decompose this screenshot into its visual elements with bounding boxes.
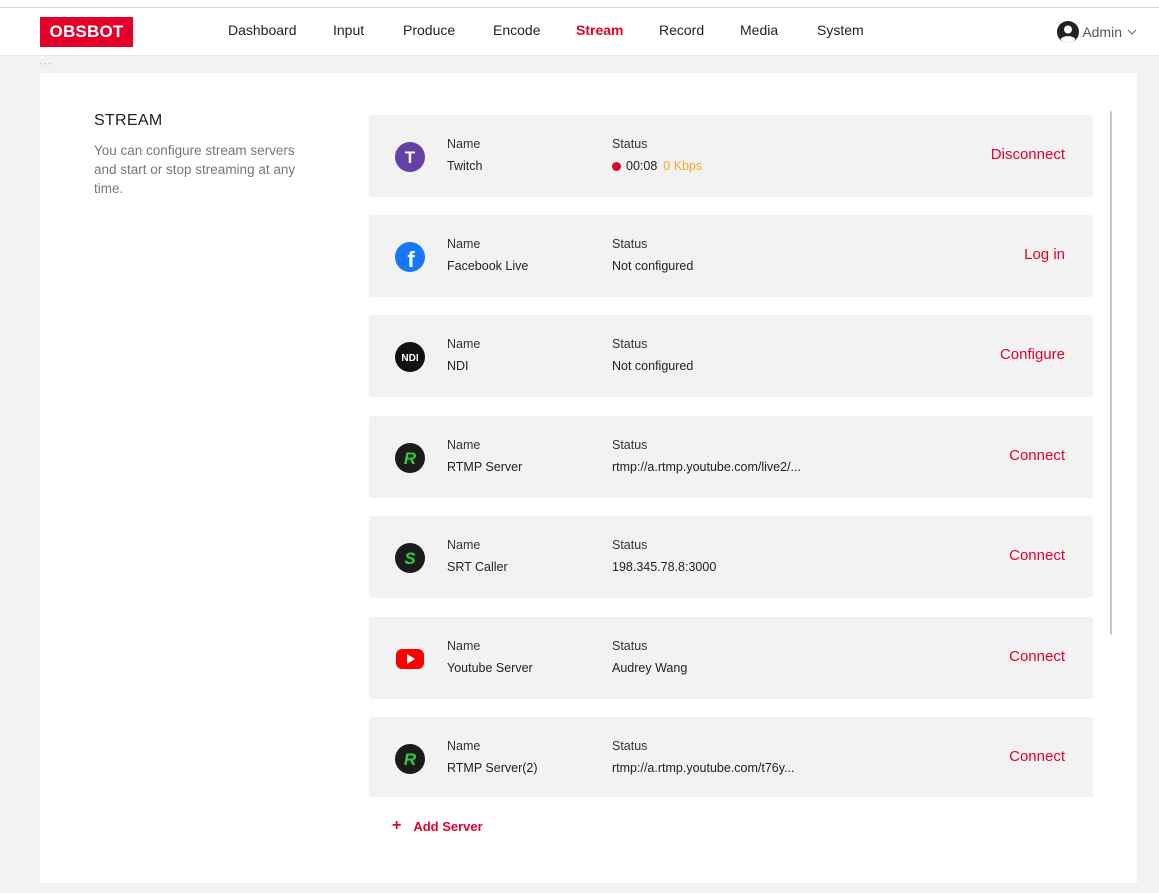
- status-label: Status: [612, 337, 648, 351]
- server-status: Audrey Wang: [612, 661, 688, 675]
- server-card-rtmp: R Name RTMP Server Status rtmp://a.rtmp.…: [369, 416, 1093, 498]
- nav-dashboard[interactable]: Dashboard: [228, 22, 297, 38]
- server-status: Not configured: [612, 259, 694, 273]
- nav-produce[interactable]: Produce: [403, 22, 455, 38]
- server-card-twitch: T Name Twitch Status 00:08 0 Kbps Discon…: [369, 115, 1093, 197]
- server-name: RTMP Server(2): [447, 761, 538, 775]
- nav-record[interactable]: Record: [659, 22, 704, 38]
- youtube-icon: [395, 644, 425, 674]
- chevron-down-icon: [1127, 29, 1137, 35]
- log-in-button[interactable]: Log in: [1024, 246, 1065, 263]
- server-card-facebook: f Name Facebook Live Status Not configur…: [369, 215, 1093, 297]
- svg-text:R: R: [404, 449, 417, 468]
- name-label: Name: [447, 538, 481, 552]
- server-status: 00:08 0 Kbps: [612, 159, 702, 173]
- name-label: Name: [447, 337, 481, 351]
- status-label: Status: [612, 639, 648, 653]
- srt-icon: S: [395, 543, 425, 573]
- plus-icon: +: [392, 817, 402, 834]
- page-description: You can configure stream servers and sta…: [94, 143, 296, 196]
- nav-input[interactable]: Input: [333, 22, 364, 38]
- rtmp-icon: R: [395, 744, 425, 774]
- connect-button[interactable]: Connect: [1009, 648, 1065, 665]
- name-label: Name: [447, 438, 481, 452]
- server-list[interactable]: T Name Twitch Status 00:08 0 Kbps Discon…: [369, 115, 1093, 797]
- status-label: Status: [612, 538, 648, 552]
- name-label: Name: [447, 237, 481, 251]
- status-label: Status: [612, 137, 648, 151]
- server-card-rtmp-2: R Name RTMP Server(2) Status rtmp://a.rt…: [369, 717, 1093, 797]
- name-label: Name: [447, 739, 481, 753]
- obsbot-logo[interactable]: OBSBOT: [40, 17, 133, 47]
- add-server-button[interactable]: + Add Server: [392, 817, 483, 835]
- server-name: Youtube Server: [447, 661, 533, 675]
- connect-button[interactable]: Connect: [1009, 447, 1065, 464]
- rtmp-icon: R: [395, 443, 425, 473]
- server-name: Twitch: [447, 159, 483, 173]
- svg-text:NDI: NDI: [401, 353, 418, 364]
- svg-text:T: T: [405, 148, 416, 167]
- stream-duration: 00:08: [626, 159, 658, 173]
- stream-bitrate: 0 Kbps: [663, 159, 703, 173]
- server-status: rtmp://a.rtmp.youtube.com/t76y...: [612, 761, 795, 775]
- connect-button[interactable]: Connect: [1009, 547, 1065, 564]
- status-label: Status: [612, 739, 648, 753]
- status-label: Status: [612, 438, 648, 452]
- server-name: RTMP Server: [447, 460, 523, 474]
- svg-text:R: R: [404, 750, 417, 769]
- server-card-ndi: NDI Name NDI Status Not configured Confi…: [369, 315, 1093, 397]
- svg-text:S: S: [404, 549, 416, 568]
- name-label: Name: [447, 137, 481, 151]
- nav-media[interactable]: Media: [740, 22, 778, 38]
- nav-system[interactable]: System: [817, 22, 864, 38]
- stream-panel: STREAM You can configure stream servers …: [40, 73, 1137, 883]
- user-avatar-icon: [1057, 21, 1080, 43]
- server-name: SRT Caller: [447, 560, 508, 574]
- server-card-srt: S Name SRT Caller Status 198.345.78.8:30…: [369, 516, 1093, 598]
- disconnect-button[interactable]: Disconnect: [991, 146, 1065, 163]
- connect-button[interactable]: Connect: [1009, 748, 1065, 765]
- user-menu[interactable]: Admin: [1057, 21, 1137, 43]
- top-divider: [0, 7, 1159, 8]
- server-status: 198.345.78.8:3000: [612, 560, 717, 574]
- name-label: Name: [447, 639, 481, 653]
- configure-button[interactable]: Configure: [1000, 346, 1065, 363]
- faint-dots: •••: [40, 62, 53, 68]
- server-status: Not configured: [612, 359, 694, 373]
- nav-encode[interactable]: Encode: [493, 22, 540, 38]
- server-list-scrollbar[interactable]: [1110, 111, 1112, 635]
- add-server-label: Add Server: [413, 818, 483, 834]
- twitch-icon: T: [395, 142, 425, 172]
- live-indicator-icon: [612, 161, 621, 171]
- page-title: STREAM: [94, 112, 163, 129]
- facebook-icon: f: [395, 242, 425, 272]
- server-status: rtmp://a.rtmp.youtube.com/live2/...: [612, 460, 801, 474]
- top-navigation-bar: OBSBOT Dashboard Input Produce Encode St…: [0, 0, 1159, 56]
- server-name: Facebook Live: [447, 259, 529, 273]
- ndi-icon: NDI: [395, 342, 425, 372]
- server-card-youtube: Name Youtube Server Status Audrey Wang C…: [369, 617, 1093, 699]
- svg-text:f: f: [407, 247, 415, 272]
- user-name: Admin: [1082, 24, 1122, 40]
- server-name: NDI: [447, 359, 469, 373]
- status-label: Status: [612, 237, 648, 251]
- nav-stream[interactable]: Stream: [576, 22, 623, 38]
